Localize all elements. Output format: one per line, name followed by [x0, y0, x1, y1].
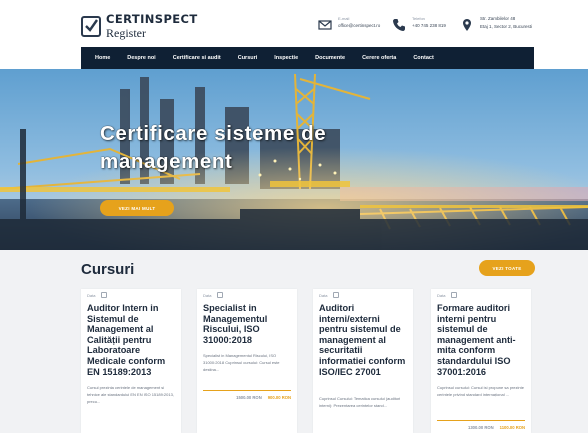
- price-old: 1500.00 RON: [236, 395, 262, 400]
- course-card[interactable]: Data Specialist in Managementul Riscului…: [197, 289, 297, 433]
- card-title[interactable]: Specialist in Managementul Riscului, ISO…: [203, 303, 293, 345]
- email-label: E-mail: [338, 16, 350, 21]
- price-new: 900.00 RON: [267, 395, 291, 400]
- course-card[interactable]: Data Formare auditori interni pentru sis…: [431, 289, 531, 433]
- contact-email[interactable]: E-mail office@certinspect.ro: [318, 16, 380, 32]
- logo-subtitle: Register: [106, 25, 146, 40]
- phone-icon: [393, 19, 405, 31]
- calendar-icon: [333, 292, 340, 298]
- top-bar: CERTINSPECT Register E-mail office@certi…: [0, 0, 588, 47]
- nav-certificare[interactable]: Certificare si audit: [164, 55, 229, 61]
- card-title[interactable]: Auditor Intern in Sistemul de Management…: [87, 303, 177, 377]
- hero-banner: Certificare sisteme de management VEZI M…: [0, 69, 588, 250]
- card-date-label: Data: [437, 292, 446, 298]
- email-value: office@certinspect.ro: [338, 23, 381, 28]
- main-nav: Home Despre noi Certificare si audit Cur…: [81, 47, 534, 69]
- logo-name: CERTINSPECT: [106, 12, 198, 26]
- nav-contact[interactable]: Contact: [405, 55, 442, 61]
- phone-label: Telefon: [412, 16, 425, 21]
- logo-mark-icon: [81, 15, 101, 37]
- nav-inspectie[interactable]: Inspectie: [266, 55, 307, 61]
- contact-address[interactable]: Str. Zambilelor 48 Etaj 1, Sector 2, Buc…: [460, 16, 532, 32]
- nav-despre-noi[interactable]: Despre noi: [119, 55, 164, 61]
- address-line-1: Str. Zambilelor 48: [480, 16, 516, 21]
- nav-cursuri[interactable]: Cursuri: [229, 55, 266, 61]
- phone-value: +40 745 238 819: [412, 23, 446, 28]
- calendar-icon: [451, 292, 458, 298]
- card-divider: [437, 420, 525, 421]
- course-card[interactable]: Data Auditori interni/externi pentru sis…: [313, 289, 413, 433]
- courses-section: Cursuri VEZI TOATE Data Auditor Intern i…: [0, 250, 588, 433]
- card-description: Cursul prezinta cerintele de management …: [87, 385, 174, 404]
- section-title: Cursuri: [81, 261, 135, 278]
- calendar-icon: [101, 292, 108, 298]
- map-pin-icon: [463, 19, 471, 31]
- calendar-icon: [217, 292, 224, 298]
- nav-documente[interactable]: Documente: [307, 55, 354, 61]
- card-divider: [203, 390, 291, 391]
- price-old: 1300.00 RON: [468, 425, 494, 430]
- contact-phone[interactable]: Telefon +40 745 238 819: [392, 16, 446, 32]
- card-description: Cuprinsul Cursului: Tematica cursului (a…: [319, 396, 401, 408]
- page: CERTINSPECT Register E-mail office@certi…: [0, 0, 588, 433]
- card-date-label: Data: [319, 292, 328, 298]
- card-title[interactable]: Formare auditori interni pentru sistemul…: [437, 303, 527, 377]
- price-new: 1100.00 RON: [499, 425, 525, 430]
- see-all-button[interactable]: VEZI TOATE: [479, 260, 535, 276]
- card-description: Specialist in Managementul Riscului, ISO…: [203, 353, 280, 372]
- card-title[interactable]: Auditori interni/externi pentru sistemul…: [319, 303, 409, 377]
- course-card[interactable]: Data Auditor Intern in Sistemul de Manag…: [81, 289, 181, 433]
- card-description: Cuprinsul cursului: Cursul isi propune s…: [437, 385, 524, 397]
- nav-home[interactable]: Home: [81, 55, 119, 61]
- card-price: 1500.00 RON 900.00 RON: [236, 395, 291, 400]
- envelope-icon: [318, 20, 332, 30]
- hero-title: Certificare sisteme de management: [100, 122, 327, 173]
- hero-more-button[interactable]: VEZI MAI MULT: [100, 200, 174, 216]
- logo[interactable]: CERTINSPECT Register: [81, 12, 198, 40]
- card-date-label: Data: [203, 292, 212, 298]
- nav-cerere-oferta[interactable]: Cerere oferta: [354, 55, 405, 61]
- card-date-label: Data: [87, 292, 96, 298]
- card-price: 1300.00 RON 1100.00 RON: [468, 425, 525, 430]
- address-line-2: Etaj 1, Sector 2, Bucuresti: [480, 24, 533, 29]
